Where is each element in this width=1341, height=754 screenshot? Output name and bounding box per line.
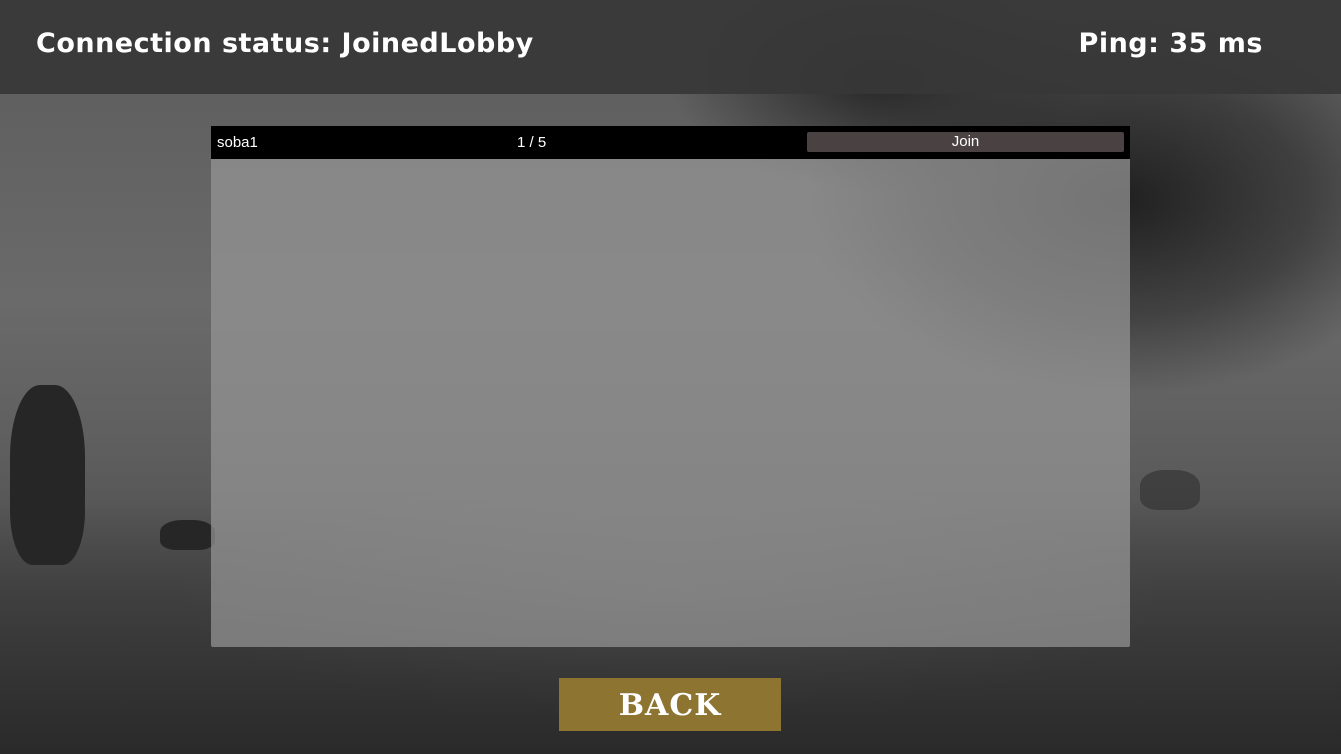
connection-status: Connection status: JoinedLobby <box>36 28 534 59</box>
room-player-count: 1 / 5 <box>517 134 547 151</box>
ping-readout: Ping: 35 ms <box>1078 28 1263 59</box>
room-row: soba1 1 / 5 Join <box>211 126 1130 159</box>
back-button[interactable]: BACK <box>559 678 781 731</box>
join-button[interactable]: Join <box>807 132 1124 152</box>
room-name: soba1 <box>217 134 258 151</box>
room-list-panel: soba1 1 / 5 Join <box>211 126 1130 647</box>
status-bar: Connection status: JoinedLobby Ping: 35 … <box>0 0 1341 94</box>
soldier-silhouette <box>160 520 215 550</box>
soldier-silhouette <box>10 385 85 565</box>
soldier-silhouette <box>1140 470 1200 510</box>
